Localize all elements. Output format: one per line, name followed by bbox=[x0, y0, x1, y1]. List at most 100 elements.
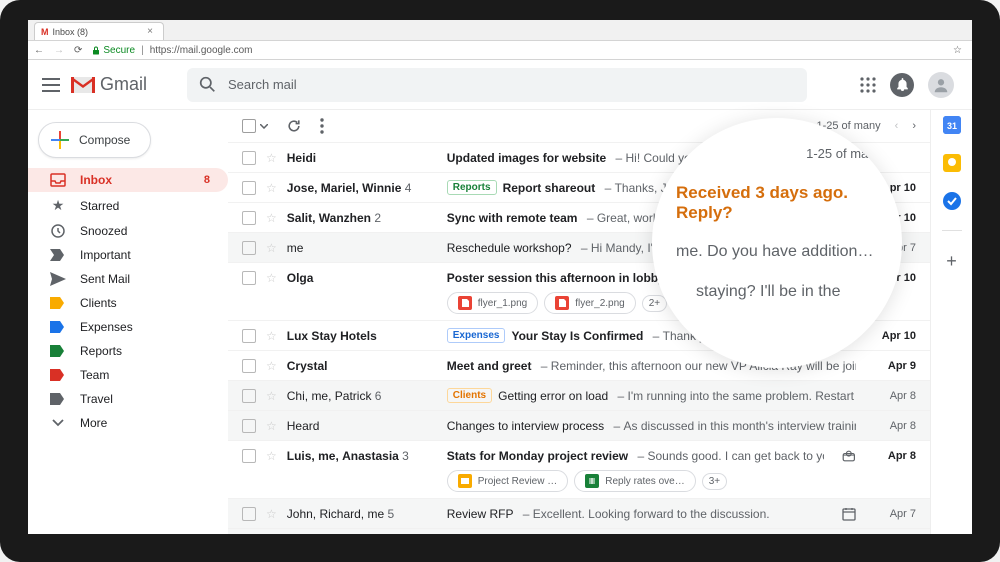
prev-page-icon[interactable]: ‹ bbox=[895, 120, 899, 132]
tasks-app-icon[interactable] bbox=[943, 192, 961, 210]
sidebar-item-label: Inbox bbox=[80, 173, 112, 187]
subject: Updated images for website bbox=[447, 151, 606, 165]
snooze-icon bbox=[50, 224, 66, 238]
row-checkbox[interactable] bbox=[242, 151, 256, 165]
message-row[interactable]: ☆ Chi, me, Patrick 6 Clients Getting err… bbox=[228, 380, 930, 410]
row-checkbox[interactable] bbox=[242, 271, 256, 285]
message-row[interactable]: ☆ Andrea, Jose 3 Reports Baseline graphs… bbox=[228, 528, 930, 534]
star-icon[interactable]: ☆ bbox=[266, 211, 277, 225]
row-checkbox[interactable] bbox=[242, 389, 256, 403]
message-row[interactable]: ☆ John, Richard, me 5 Review RFP – Excel… bbox=[228, 498, 930, 528]
message-content: Changes to interview process – As discus… bbox=[447, 419, 856, 433]
attachment-chip[interactable]: flyer_2.png bbox=[544, 292, 635, 314]
reload-icon[interactable]: ⟳ bbox=[74, 45, 82, 56]
sidebar-item-inbox[interactable]: Inbox 8 bbox=[28, 168, 228, 192]
browser-tab[interactable]: M Inbox (8) × bbox=[34, 22, 164, 40]
gmail-logo[interactable]: Gmail bbox=[70, 74, 147, 95]
gmail-favicon-icon: M bbox=[41, 27, 49, 37]
app-name: Gmail bbox=[100, 74, 147, 95]
sidebar-item-starred[interactable]: ★ Starred bbox=[28, 192, 228, 219]
mag-snippet-1: me. Do you have addition… bbox=[672, 243, 882, 261]
message-row[interactable]: ☆ Heard Changes to interview process – A… bbox=[228, 410, 930, 440]
sidebar-item-important[interactable]: Important bbox=[28, 243, 228, 267]
more-options-icon[interactable] bbox=[320, 118, 324, 134]
mag-nudge-text: Received 3 days ago. Reply? bbox=[672, 183, 882, 223]
sidebar-item-snoozed[interactable]: Snoozed bbox=[28, 219, 228, 243]
row-checkbox[interactable] bbox=[242, 449, 256, 463]
star-icon[interactable]: ☆ bbox=[266, 151, 277, 165]
subject: Your Stay Is Confirmed bbox=[511, 329, 643, 343]
next-page-icon[interactable]: › bbox=[912, 120, 916, 132]
calendar-app-icon[interactable]: 31 bbox=[943, 116, 961, 134]
sent-icon bbox=[50, 272, 66, 286]
forward-icon[interactable]: → bbox=[54, 45, 64, 56]
attachment-chip[interactable]: Project Review … bbox=[447, 470, 568, 492]
snippet: – Excellent. Looking forward to the disc… bbox=[519, 507, 769, 521]
account-avatar[interactable] bbox=[928, 72, 954, 98]
row-checkbox[interactable] bbox=[242, 419, 256, 433]
mag-snippet-2: staying? I'll be in the bbox=[672, 283, 882, 301]
back-icon[interactable]: ← bbox=[34, 45, 44, 56]
reports-icon bbox=[50, 345, 66, 357]
subject: Review RFP bbox=[447, 507, 514, 521]
compose-button[interactable]: Compose bbox=[38, 122, 151, 158]
sidebar-item-label: More bbox=[80, 416, 107, 430]
star-icon[interactable]: ☆ bbox=[266, 329, 277, 343]
subject: Poster session this afternoon in lobby bbox=[447, 271, 665, 285]
date: Apr 10 bbox=[866, 330, 916, 342]
svg-text:31: 31 bbox=[946, 121, 956, 131]
browser-chrome: M Inbox (8) × ← → ⟳ Secure | https://mai… bbox=[28, 20, 972, 60]
sidebar-item-reports[interactable]: Reports bbox=[28, 339, 228, 363]
star-icon[interactable]: ☆ bbox=[266, 449, 277, 463]
row-checkbox[interactable] bbox=[242, 329, 256, 343]
star-icon[interactable]: ☆ bbox=[266, 419, 277, 433]
apps-grid-icon[interactable] bbox=[860, 77, 876, 93]
menu-icon[interactable] bbox=[42, 78, 60, 92]
inbox-icon bbox=[50, 173, 66, 187]
attachment-chip[interactable]: Reply rates ove… bbox=[574, 470, 695, 492]
row-checkbox[interactable] bbox=[242, 211, 256, 225]
sidebar-item-travel[interactable]: Travel bbox=[28, 387, 228, 411]
star-icon[interactable]: ☆ bbox=[266, 181, 277, 195]
attachment-chip[interactable]: flyer_1.png bbox=[447, 292, 538, 314]
tab-title: Inbox (8) bbox=[53, 27, 89, 37]
subject: Reschedule workshop? bbox=[447, 241, 572, 255]
sidebar-item-team[interactable]: Team bbox=[28, 363, 228, 387]
sidebar-item-label: Clients bbox=[80, 296, 117, 310]
date: Apr 7 bbox=[866, 508, 916, 520]
sidebar-item-label: Travel bbox=[80, 392, 113, 406]
sidebar-item-clients[interactable]: Clients bbox=[28, 291, 228, 315]
row-checkbox[interactable] bbox=[242, 359, 256, 373]
star-icon[interactable]: ☆ bbox=[266, 389, 277, 403]
row-checkbox[interactable] bbox=[242, 181, 256, 195]
add-extension-icon[interactable]: + bbox=[946, 251, 957, 272]
sidebar-item-sent-mail[interactable]: Sent Mail bbox=[28, 267, 228, 291]
star-icon[interactable]: ☆ bbox=[266, 241, 277, 255]
sidebar-item-expenses[interactable]: Expenses bbox=[28, 315, 228, 339]
star-icon: ★ bbox=[50, 197, 66, 214]
right-rail: 31 + bbox=[930, 60, 972, 534]
attachment-overflow[interactable]: 3+ bbox=[702, 473, 727, 490]
star-icon[interactable]: ☆ bbox=[266, 507, 277, 521]
select-all-checkbox[interactable] bbox=[242, 119, 268, 133]
search-input[interactable]: Search mail bbox=[187, 68, 807, 102]
sidebar-item-label: Snoozed bbox=[80, 224, 127, 238]
url-text: https://mail.google.com bbox=[150, 45, 253, 56]
sidebar-item-more[interactable]: More bbox=[28, 411, 228, 435]
refresh-icon[interactable] bbox=[286, 118, 302, 134]
sidebar-item-label: Reports bbox=[80, 344, 122, 358]
bookmark-star-icon[interactable]: ☆ bbox=[953, 45, 962, 56]
message-row[interactable]: ☆ Luis, me, Anastasia 3 Stats for Monday… bbox=[228, 440, 930, 470]
row-checkbox[interactable] bbox=[242, 241, 256, 255]
notifications-icon[interactable] bbox=[890, 73, 914, 97]
chevron-down-icon bbox=[260, 124, 268, 129]
secure-indicator: Secure bbox=[92, 45, 135, 56]
keep-app-icon[interactable] bbox=[943, 154, 961, 172]
plus-icon bbox=[51, 131, 69, 149]
star-icon[interactable]: ☆ bbox=[266, 359, 277, 373]
row-checkbox[interactable] bbox=[242, 507, 256, 521]
close-tab-icon[interactable]: × bbox=[147, 26, 153, 37]
mag-range: 1-25 of many bbox=[672, 146, 882, 161]
address-bar[interactable]: Secure | https://mail.google.com bbox=[92, 45, 943, 56]
star-icon[interactable]: ☆ bbox=[266, 271, 277, 285]
